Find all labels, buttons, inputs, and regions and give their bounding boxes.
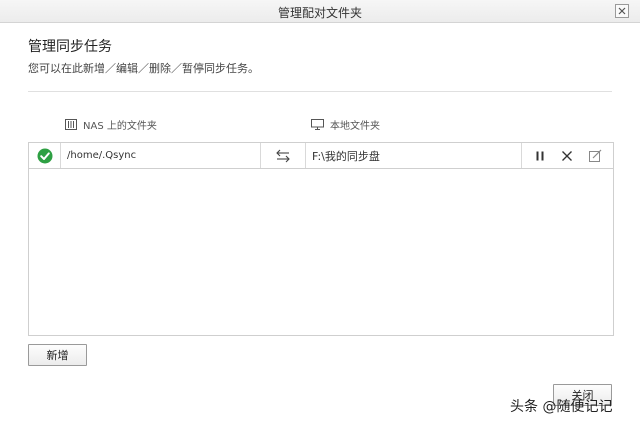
nas-path-cell: /home/.Qsync: [61, 143, 261, 168]
edit-button[interactable]: [587, 148, 603, 164]
nas-device-icon: [65, 119, 77, 130]
window-close-button[interactable]: [614, 3, 630, 19]
local-folder-column-header: 本地文件夹: [311, 117, 380, 132]
status-cell: [29, 143, 61, 168]
watermark: 头条 @随便记记: [510, 399, 613, 415]
pause-icon: [536, 151, 544, 160]
window-titlebar: 管理配对文件夹: [0, 0, 640, 23]
window-close-icon: [615, 4, 629, 18]
delete-button[interactable]: [559, 148, 575, 164]
sync-direction-cell: [261, 143, 306, 168]
page-heading: 管理同步任务: [28, 39, 112, 55]
two-way-sync-icon: [276, 149, 290, 162]
table-row[interactable]: /home/.Qsync F:\我的同步盘: [29, 143, 613, 169]
window-title: 管理配对文件夹: [277, 6, 362, 20]
edit-icon: [588, 149, 602, 162]
local-folder-column-label: 本地文件夹: [330, 121, 380, 132]
monitor-icon: [311, 119, 324, 130]
nas-folder-column-header: NAS 上的文件夹: [65, 117, 157, 132]
page-description: 您可以在此新增／编辑／删除／暂停同步任务。: [28, 62, 259, 75]
local-path-cell: F:\我的同步盘: [306, 143, 522, 168]
check-circle-icon: [37, 148, 52, 163]
pause-button[interactable]: [532, 148, 548, 164]
sync-task-table: /home/.Qsync F:\我的同步盘: [28, 142, 614, 336]
divider: [28, 91, 612, 92]
add-task-button[interactable]: 新增: [28, 344, 87, 366]
delete-icon: [562, 150, 573, 161]
nas-folder-column-label: NAS 上的文件夹: [83, 121, 157, 132]
row-actions: [522, 143, 613, 168]
